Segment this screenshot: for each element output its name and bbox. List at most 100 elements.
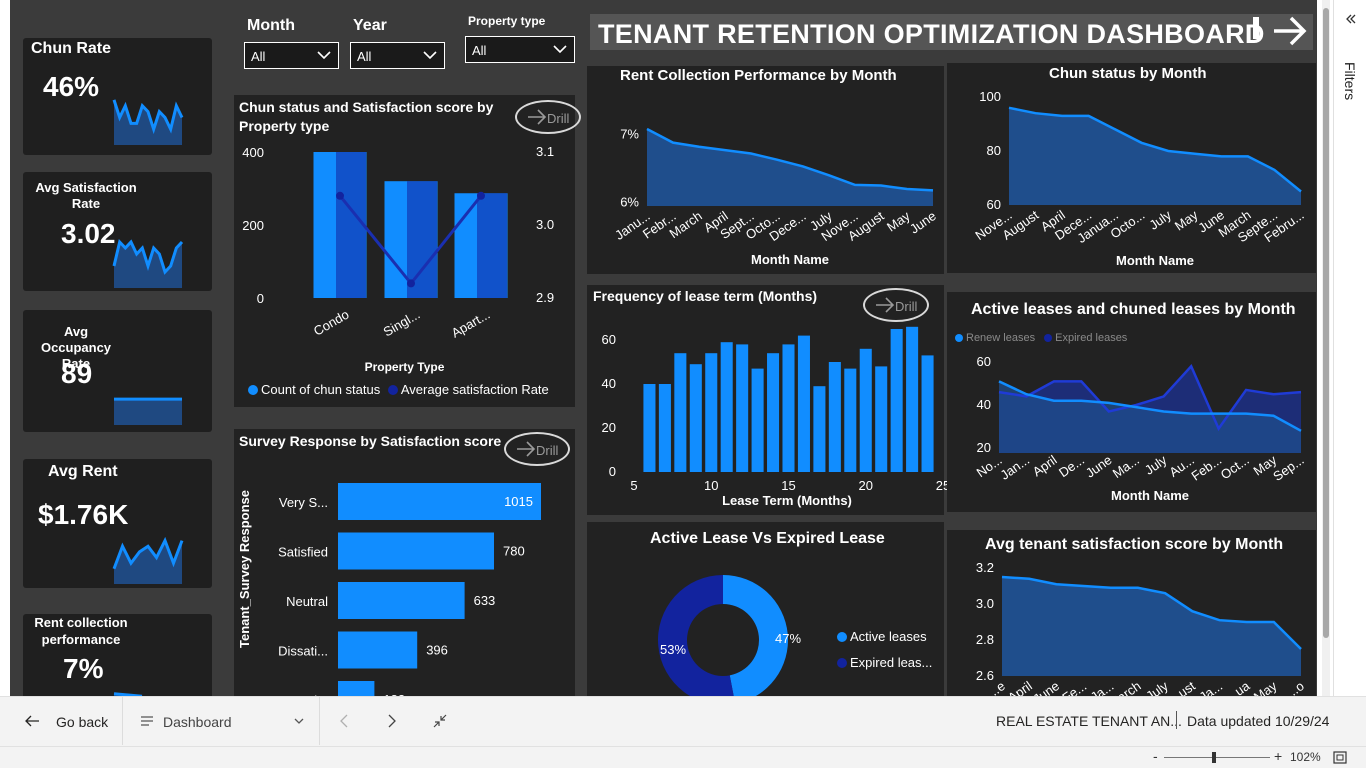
x-tick-label: Feb... xyxy=(1189,452,1225,483)
data-label: 780 xyxy=(503,544,525,559)
bar xyxy=(782,344,795,472)
page-selector[interactable]: Dashboard xyxy=(163,714,232,730)
rent-collection-panel[interactable]: Rent Collection Performance by Month 7% 6… xyxy=(587,66,944,274)
previous-page-icon[interactable] xyxy=(339,714,349,728)
y2-tick-label: 3.1 xyxy=(536,144,554,159)
bottom-nav-bar: Go back Dashboard REAL ESTATE TENANT AN.… xyxy=(0,696,1366,746)
x-axis-title: Month Name xyxy=(1116,253,1194,268)
y-tick-label: 2.6 xyxy=(976,668,994,683)
y-tick-label: Dissati... xyxy=(278,644,328,659)
x-tick-label: May xyxy=(1251,678,1280,696)
survey-bar-chart: Tenant_Survey Response Very S... 1015 Satis… xyxy=(237,483,541,696)
x-tick-label: Condo xyxy=(311,307,352,339)
lease-term-panel[interactable]: Frequency of lease term (Months) Drill 6… xyxy=(587,285,950,515)
filters-label[interactable]: Filters xyxy=(1342,62,1358,100)
x-tick-label: May xyxy=(1172,207,1201,234)
survey-chart-panel[interactable]: Survey Response by Satisfaction score Dr… xyxy=(234,429,575,696)
x-tick-label: 5 xyxy=(630,478,637,493)
drill-button[interactable]: Drill xyxy=(515,100,581,134)
x-tick-label: De... xyxy=(1056,452,1087,480)
kpi-value: 46% xyxy=(43,71,100,102)
drill-label: Drill xyxy=(547,111,570,126)
x-tick-label: 20 xyxy=(859,478,873,493)
y-tick-label: Very S... xyxy=(279,495,328,510)
area-fill xyxy=(1009,107,1301,205)
fit-to-page-icon[interactable] xyxy=(433,714,447,728)
x-tick-label: No... xyxy=(974,452,1005,480)
bar xyxy=(338,681,375,696)
dashboard-title-text: TENANT RETENTION OPTIMIZATION DASHBOARD xyxy=(598,19,1265,49)
zoom-slider-thumb[interactable] xyxy=(1212,752,1216,763)
chevron-down-icon xyxy=(317,51,331,60)
zoom-level: 102% xyxy=(1290,750,1321,764)
slicer-label-year: Year xyxy=(353,17,387,34)
x-tick-label: Ja... xyxy=(1196,678,1225,696)
y-tick-label: Neutral xyxy=(286,594,328,609)
zoom-out-button[interactable]: - xyxy=(1153,748,1158,764)
report-scrollbar[interactable] xyxy=(1322,0,1330,696)
bar xyxy=(720,342,733,472)
filters-pane[interactable]: Filters xyxy=(1333,0,1366,696)
kpi-sparkline xyxy=(112,99,184,145)
divider xyxy=(1176,711,1177,729)
report-canvas: Chun Rate 46% Avg Satisfaction Rate 3.02… xyxy=(10,0,1317,696)
kpi-value: 3.02 xyxy=(61,218,116,249)
arrow-right-icon[interactable] xyxy=(1272,14,1308,48)
data-label: 53% xyxy=(660,642,686,657)
kpi-value: 7% xyxy=(63,653,104,684)
bar-overlay xyxy=(336,152,366,298)
back-arrow-icon[interactable] xyxy=(24,714,40,728)
satisfaction-month-panel[interactable]: Avg tenant satisfaction score by Month 3… xyxy=(947,530,1316,696)
drill-label: Drill xyxy=(536,443,559,458)
bar xyxy=(338,582,465,619)
kpi-card-rent-collection[interactable]: Rent collection performance 7% xyxy=(23,614,212,696)
churn-month-panel[interactable]: Chun status by Month 100 80 60 Nove... Augus… xyxy=(947,63,1316,273)
zoom-slider-track[interactable] xyxy=(1164,757,1270,758)
legend-item: Active leases xyxy=(837,624,932,650)
bar xyxy=(813,386,826,472)
x-tick-label: ...ua xyxy=(1223,678,1253,696)
y-tick-label: 100 xyxy=(979,89,1001,104)
bar xyxy=(674,353,687,472)
y-tick-label: 2.8 xyxy=(976,632,994,647)
kpi-sparkline xyxy=(113,692,143,696)
bar xyxy=(828,362,841,472)
kpi-sparkline xyxy=(112,238,184,288)
kpi-card-avg-rent[interactable]: Avg Rent $1.76K xyxy=(23,459,212,588)
next-page-icon[interactable] xyxy=(387,714,397,728)
line-point xyxy=(407,279,415,288)
y-tick-label: 3.0 xyxy=(976,596,994,611)
bar xyxy=(751,368,764,472)
x-tick-label: 10 xyxy=(704,478,718,493)
active-churned-panel[interactable]: Active leases and chuned leases by Month… xyxy=(947,292,1316,512)
go-back-button[interactable]: Go back xyxy=(56,714,108,730)
fit-screen-icon[interactable] xyxy=(1333,751,1347,764)
property-type-slicer[interactable]: All xyxy=(465,36,575,63)
month-slicer[interactable]: All xyxy=(244,42,339,69)
chevron-down-icon[interactable] xyxy=(293,716,305,726)
slicer-label-property-type: Property type xyxy=(468,14,546,28)
kpi-card-churn-rate[interactable]: Chun Rate 46% xyxy=(23,38,212,155)
y-tick-label: 40 xyxy=(977,397,991,412)
kpi-card-avg-satisfaction[interactable]: Avg Satisfaction Rate 3.02 xyxy=(23,172,212,291)
year-slicer[interactable]: All xyxy=(350,42,445,69)
dashboard-title: TENANT RETENTION OPTIMIZATION DASHBOARD xyxy=(590,14,1313,50)
drill-button[interactable]: Drill xyxy=(504,432,570,466)
legend-item: Average satisfaction Rate xyxy=(387,382,549,397)
kpi-title: Avg Satisfaction Rate xyxy=(35,180,137,211)
y-tick-label: 400 xyxy=(242,145,264,160)
donut-panel[interactable]: Active Lease Vs Expired Lease 47% 53% Act… xyxy=(587,522,944,696)
collapse-icon[interactable] xyxy=(1343,12,1357,26)
bar xyxy=(921,355,934,472)
rent-collection-area-chart: 7%6%Janu...Febr...MarchAprilSept...Octo.… xyxy=(612,126,939,267)
scrollbar-thumb[interactable] xyxy=(1323,8,1329,638)
bar xyxy=(705,353,718,472)
zoom-in-button[interactable]: + xyxy=(1274,748,1282,764)
x-tick-label: ...ust xyxy=(1166,678,1198,696)
kpi-value: 89 xyxy=(61,358,93,389)
y-tick-label: 6% xyxy=(620,195,639,210)
arrow-right-icon xyxy=(528,109,547,125)
bar xyxy=(658,384,671,472)
kpi-card-avg-occupancy[interactable]: Avg Occupancy Rate 89 xyxy=(23,310,212,432)
property-chart-panel[interactable]: Chun status and Satisfaction score by Pr… xyxy=(234,95,581,407)
